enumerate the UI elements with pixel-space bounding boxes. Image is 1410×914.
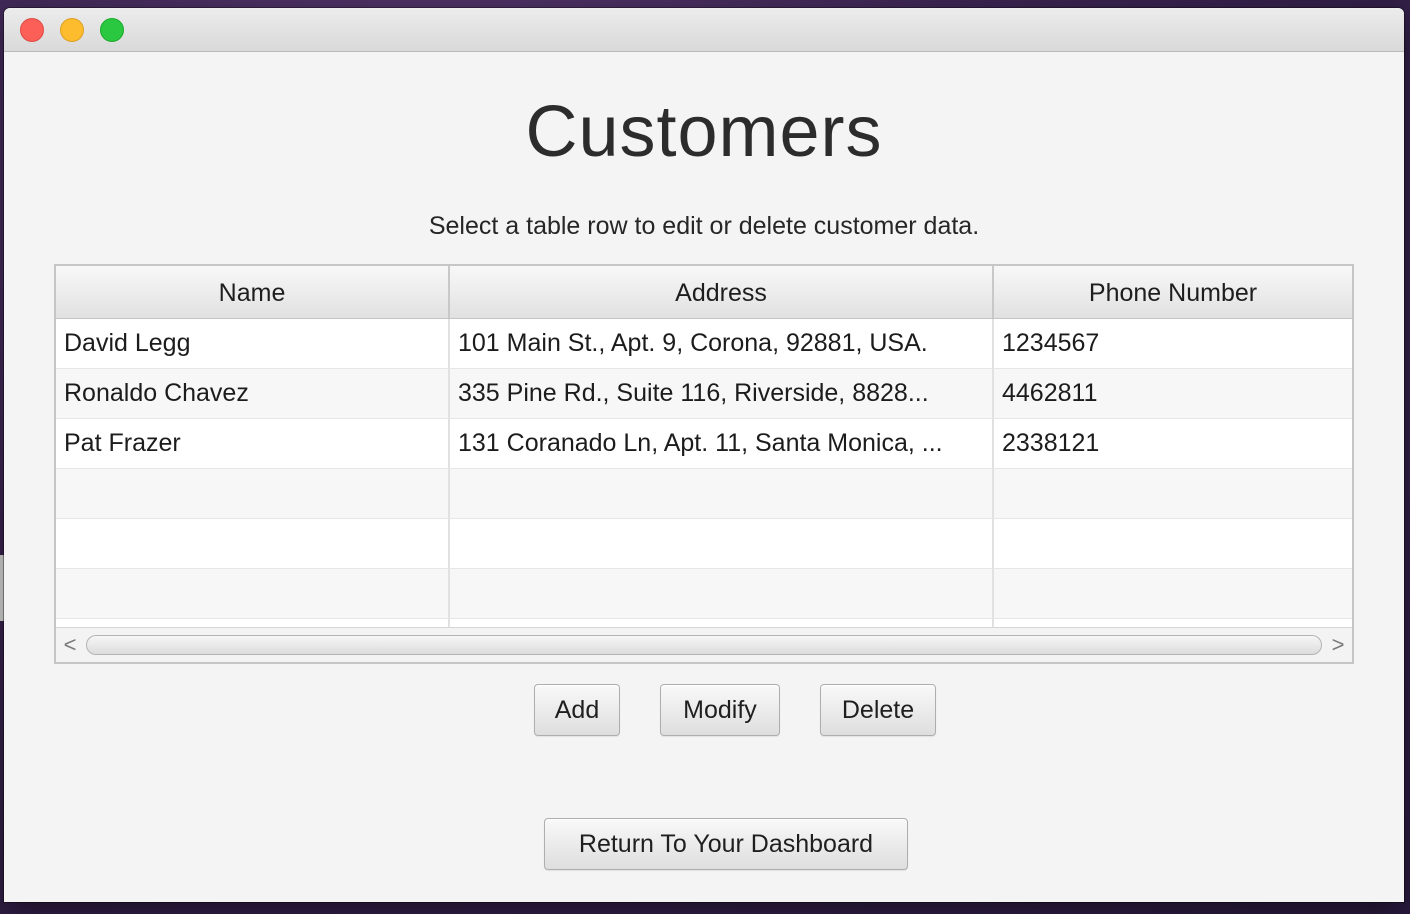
empty-table-row xyxy=(56,569,1352,619)
add-button[interactable]: Add xyxy=(534,684,620,736)
empty-table-row xyxy=(56,469,1352,519)
scrollbar-thumb[interactable] xyxy=(86,635,1322,655)
maximize-window-icon[interactable] xyxy=(100,18,124,42)
cell-name: Pat Frazer xyxy=(56,419,450,468)
customers-window: Customers Select a table row to edit or … xyxy=(4,8,1404,902)
column-header-name[interactable]: Name xyxy=(56,266,450,318)
table-row[interactable]: Pat Frazer 131 Coranado Ln, Apt. 11, San… xyxy=(56,419,1352,469)
table-row[interactable]: Ronaldo Chavez 335 Pine Rd., Suite 116, … xyxy=(56,369,1352,419)
empty-cell xyxy=(994,469,1352,518)
empty-cell xyxy=(56,469,450,518)
table-row[interactable]: David Legg 101 Main St., Apt. 9, Corona,… xyxy=(56,319,1352,369)
cell-phone-number: 1234567 xyxy=(1002,329,1100,357)
table-body: David Legg 101 Main St., Apt. 9, Corona,… xyxy=(56,319,1352,629)
chevron-right-icon[interactable]: > xyxy=(1324,628,1352,662)
empty-cell xyxy=(450,569,994,618)
cell-address: 131 Coranado Ln, Apt. 11, Santa Monica, … xyxy=(450,419,994,468)
empty-cell xyxy=(450,519,994,568)
column-header-address[interactable]: Address xyxy=(450,266,994,318)
return-to-dashboard-button[interactable]: Return To Your Dashboard xyxy=(544,818,908,870)
page-subtitle: Select a table row to edit or delete cus… xyxy=(428,212,980,240)
modify-button[interactable]: Modify xyxy=(660,684,780,736)
empty-cell xyxy=(994,519,1352,568)
empty-cell xyxy=(56,519,450,568)
table-header: Name Address Phone Number xyxy=(56,266,1352,319)
cell-name: David Legg xyxy=(56,319,450,368)
close-window-icon[interactable] xyxy=(20,18,44,42)
customers-table: Name Address Phone Number David Legg 101… xyxy=(54,264,1354,664)
empty-cell xyxy=(994,569,1352,618)
empty-cell xyxy=(450,469,994,518)
empty-table-row xyxy=(56,519,1352,569)
minimize-window-icon[interactable] xyxy=(60,18,84,42)
column-header-phone-number[interactable]: Phone Number xyxy=(994,266,1352,318)
empty-cell xyxy=(56,569,450,618)
window-titlebar[interactable] xyxy=(4,8,1404,52)
cell-address: 335 Pine Rd., Suite 116, Riverside, 8828… xyxy=(450,369,994,418)
page-title: Customers xyxy=(525,92,883,172)
cell-phone-number: 4462811 xyxy=(1002,379,1098,407)
cell-phone-number: 2338121 xyxy=(1002,429,1100,457)
horizontal-scrollbar[interactable]: < > xyxy=(56,627,1352,662)
delete-button[interactable]: Delete xyxy=(820,684,936,736)
cell-address: 101 Main St., Apt. 9, Corona, 92881, USA… xyxy=(450,319,994,368)
cell-name: Ronaldo Chavez xyxy=(56,369,450,418)
chevron-left-icon[interactable]: < xyxy=(56,628,84,662)
